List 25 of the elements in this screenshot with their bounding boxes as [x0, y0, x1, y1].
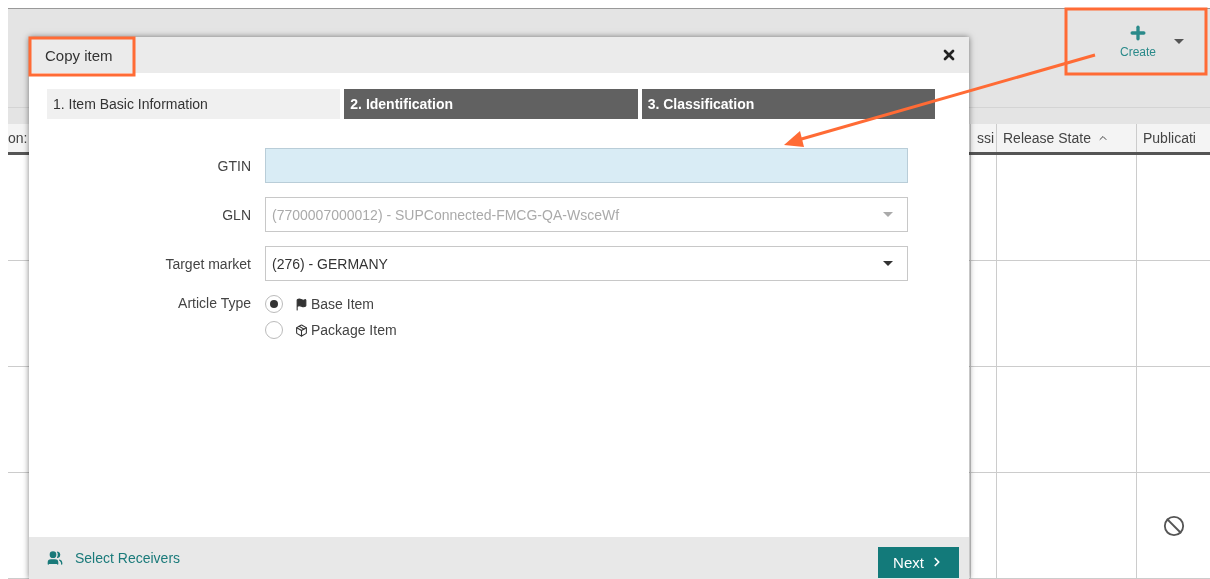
dialog-title: Copy item: [45, 46, 113, 64]
select-receivers-link[interactable]: Select Receivers: [47, 550, 181, 566]
column-header[interactable]: Release State: [996, 124, 1136, 152]
ban-icon: [1162, 514, 1185, 537]
next-button[interactable]: Next: [878, 546, 959, 578]
column-header[interactable]: ssi: [970, 124, 996, 152]
flag-icon: [295, 297, 308, 311]
box-icon: [295, 323, 308, 337]
field-label: GTIN: [216, 157, 251, 174]
users-icon: [47, 550, 63, 566]
step-tab[interactable]: 1. Item Basic Information: [47, 89, 341, 119]
plus-icon: [1128, 23, 1148, 43]
radio-label: Base Item: [311, 296, 375, 312]
column-header[interactable]: on:: [8, 124, 30, 152]
column-header[interactable]: Publicati: [1136, 124, 1210, 152]
field-label: Target market: [164, 255, 251, 272]
input-field[interactable]: [265, 148, 908, 183]
caret-icon: [1174, 38, 1184, 44]
step-tab[interactable]: 2. Identification: [344, 89, 638, 119]
select-field[interactable]: (276) - GERMANY: [265, 246, 908, 281]
field-label: GLN: [221, 206, 251, 223]
field-label: Article Type: [177, 295, 251, 311]
step-tab[interactable]: 3. Classification: [641, 89, 935, 119]
radio-label: Package Item: [311, 322, 397, 338]
close-button[interactable]: [941, 47, 957, 63]
